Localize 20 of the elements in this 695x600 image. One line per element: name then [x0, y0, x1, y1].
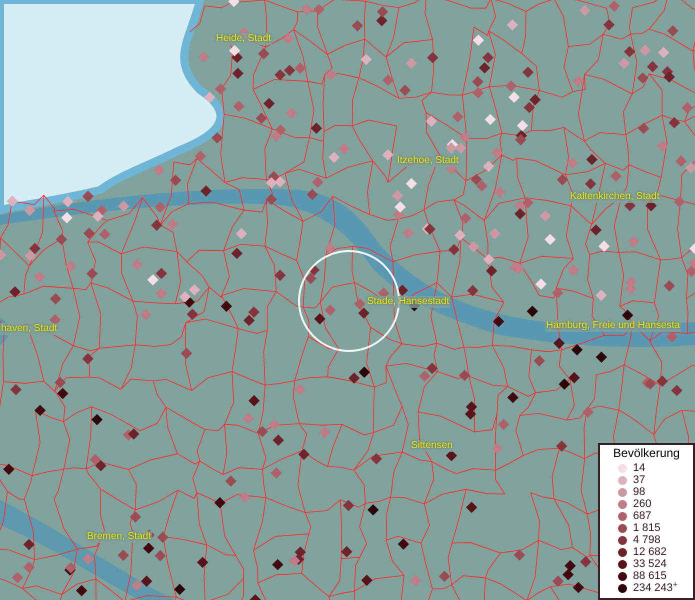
- legend-value: 98: [633, 486, 646, 498]
- legend-value: 14: [633, 462, 646, 474]
- legend-value: 260: [633, 498, 652, 510]
- place-label: Kaltenkirchen, Stadt: [569, 191, 660, 203]
- place-label: Bremen, Stadt: [86, 531, 152, 543]
- place-label: Heide, Stadt: [215, 33, 272, 45]
- place-label: Stade, Hansestadt: [366, 296, 450, 308]
- legend-value: 37: [633, 474, 646, 486]
- legend-value: 12 682: [633, 546, 667, 558]
- legend-value: 234 243$^{+}$: [633, 582, 678, 594]
- legend-value: 687: [633, 510, 652, 522]
- legend-value: 4 798: [633, 534, 661, 546]
- place-label: haven, Stadt: [0, 323, 58, 335]
- place-label: Hamburg, Freie und Hansesta: [545, 320, 681, 332]
- legend-value: 88 615: [633, 570, 667, 582]
- legend-value: 1 815: [633, 522, 661, 534]
- place-label: Sittensen: [410, 440, 454, 452]
- legend-title: Bevölkerung: [612, 446, 681, 461]
- place-label: Itzehoe, Stadt: [396, 155, 460, 167]
- legend-value: 33 524: [633, 558, 667, 570]
